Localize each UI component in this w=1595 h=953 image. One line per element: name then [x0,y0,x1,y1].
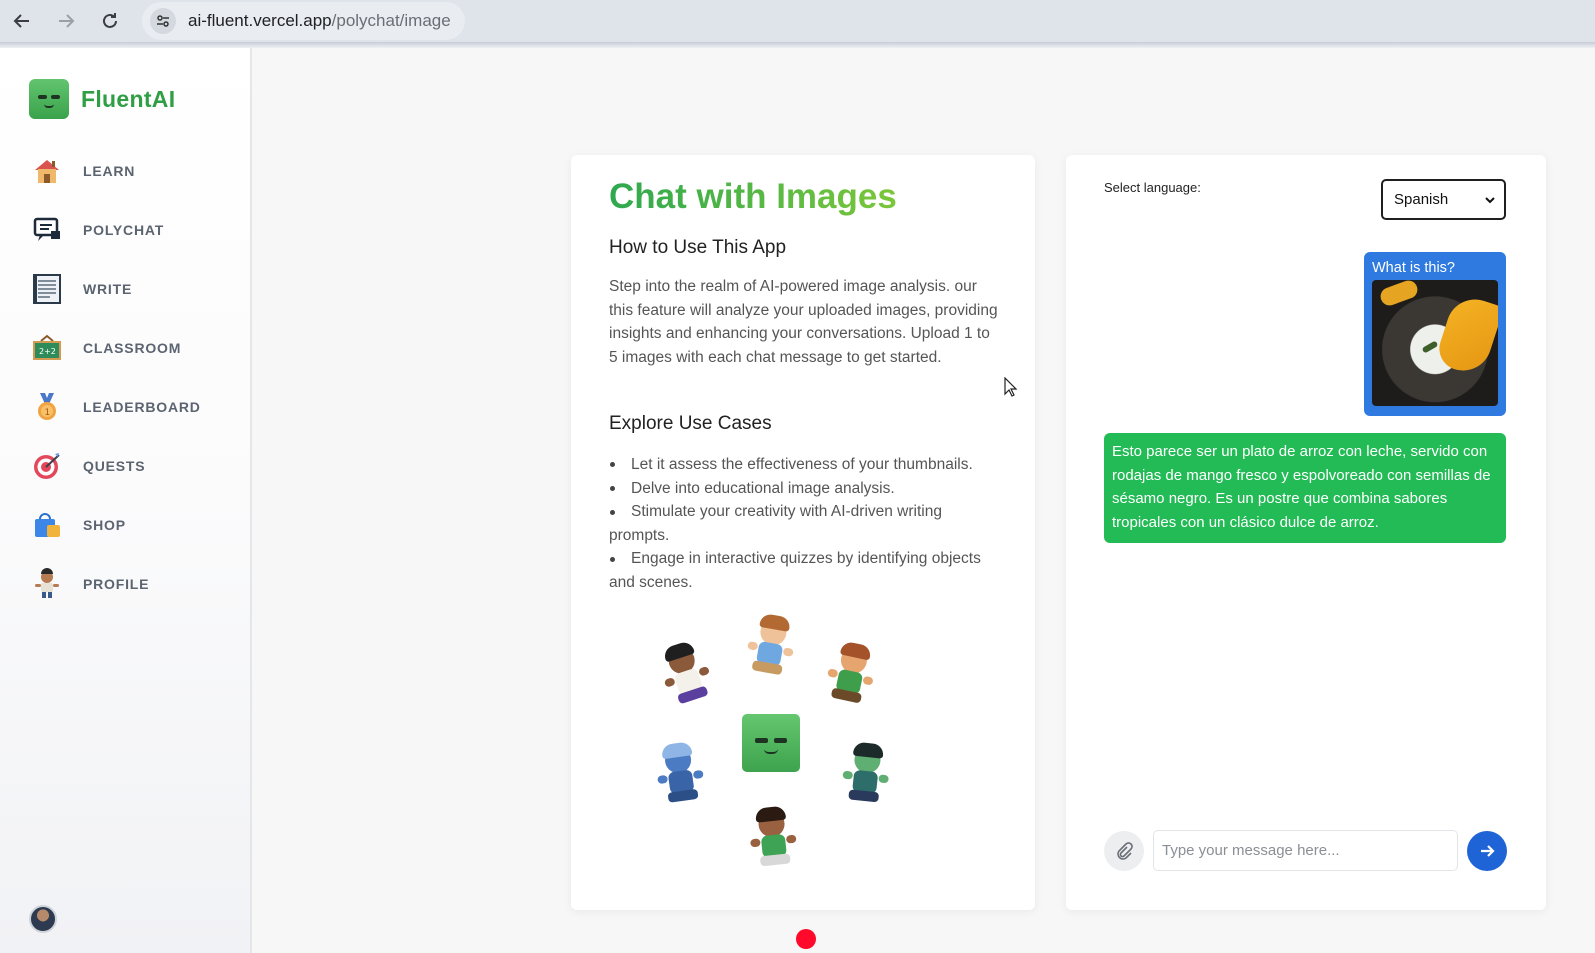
arrow-right-icon [1481,845,1495,857]
target-icon [30,449,64,483]
explore-use-cases-heading: Explore Use Cases [609,413,772,434]
use-case-text: Engage in interactive quizzes by identif… [609,550,981,591]
bullet-icon [609,453,631,477]
user-message-text: What is this? [1372,260,1455,276]
sidebar-item-label: WRITE [83,281,133,297]
svg-text:2+2: 2+2 [39,347,56,356]
sidebar-item-label: CLASSROOM [83,340,182,356]
medal-icon: 1 [30,390,64,424]
recording-indicator [796,929,816,949]
reload-button[interactable] [88,0,132,42]
language-select[interactable]: Spanish [1381,179,1506,220]
notebook-icon [30,272,64,306]
sidebar: FluentAI LEARN POLYCHAT WRITE 2+2 CLASSR… [0,48,252,953]
bullet-icon [609,500,631,524]
site-settings-icon[interactable] [150,8,176,34]
bullet-icon [609,477,631,501]
shopping-bag-icon [30,508,64,542]
list-item: Engage in interactive quizzes by identif… [609,547,1004,594]
fluentai-mascot-icon [742,714,800,772]
character-boy-dark-icon [649,636,723,713]
sidebar-item-shop[interactable]: SHOP [30,505,126,545]
character-zombie-icon [834,740,898,808]
brand-name: FluentAI [81,85,176,112]
sidebar-item-label: LEARN [83,163,136,179]
app-description: Step into the realm of AI-powered image … [609,278,998,366]
forward-button[interactable] [44,0,88,42]
use-case-text: Let it assess the effectiveness of your … [631,456,973,473]
chevron-down-icon [1485,196,1495,203]
bullet-icon [609,547,631,571]
mascot-illustration [641,612,901,875]
sidebar-item-polychat[interactable]: POLYCHAT [30,210,164,250]
character-robot-icon [647,739,713,808]
chat-icon [30,213,64,247]
url-path: /polychat/image [331,11,451,30]
use-case-text: Stimulate your creativity with AI-driven… [609,503,942,544]
uploaded-food-image[interactable] [1372,280,1498,406]
sidebar-item-write[interactable]: WRITE [30,269,132,309]
sidebar-item-label: LEADERBOARD [83,399,201,415]
house-icon [30,154,64,188]
chat-panel: Select language: Spanish What is this? E… [1066,155,1546,910]
list-item: Let it assess the effectiveness of your … [609,453,1004,477]
sidebar-item-classroom[interactable]: 2+2 CLASSROOM [30,328,181,368]
sidebar-item-label: QUESTS [83,458,146,474]
sidebar-item-leaderboard[interactable]: 1 LEADERBOARD [30,387,201,427]
character-elf-icon [816,638,886,711]
browser-toolbar: ai-fluent.vercel.app/polychat/image [0,0,1595,42]
address-bar[interactable]: ai-fluent.vercel.app/polychat/image [142,2,465,40]
page-title: Chat with Images [609,177,897,216]
arrow-right-icon [59,14,75,28]
user-avatar[interactable] [29,905,57,933]
list-item: Delve into educational image analysis. [609,477,1004,501]
arrow-left-icon [13,14,29,28]
url-host: ai-fluent.vercel.app [188,11,332,30]
character-girl-green-icon [741,804,805,872]
sidebar-item-learn[interactable]: LEARN [30,151,135,191]
user-message-bubble: What is this? [1364,252,1506,416]
select-language-label: Select language: [1104,180,1201,195]
use-case-list: Let it assess the effectiveness of your … [609,453,1004,595]
language-select-value: Spanish [1394,191,1449,208]
attach-image-button[interactable] [1104,831,1144,871]
info-card: Chat with Images How to Use This App Ste… [571,155,1035,910]
use-case-text: Delve into educational image analysis. [631,479,895,497]
paperclip-icon [1117,842,1133,860]
sidebar-item-quests[interactable]: QUESTS [30,446,145,486]
send-button[interactable] [1467,831,1507,871]
sidebar-item-label: SHOP [83,517,126,533]
chalkboard-icon: 2+2 [30,331,64,365]
how-to-use-heading: How to Use This App [609,237,787,258]
assistant-message-text: Esto parece ser un plato de arroz con le… [1112,443,1491,531]
svg-text:1: 1 [45,408,51,418]
brand[interactable]: FluentAI [29,79,175,119]
sidebar-item-profile[interactable]: PROFILE [30,564,149,604]
character-girl-icon [737,610,805,681]
back-button[interactable] [0,0,44,42]
sidebar-item-label: POLYCHAT [83,222,165,238]
reload-icon [103,13,117,28]
fluentai-logo-icon [29,79,69,119]
message-input[interactable] [1153,830,1458,871]
assistant-message-bubble: Esto parece ser un plato de arroz con le… [1104,433,1506,543]
profile-character-icon [30,567,64,601]
mouse-cursor-icon [1004,377,1018,397]
list-item: Stimulate your creativity with AI-driven… [609,500,1004,547]
sidebar-item-label: PROFILE [83,576,150,592]
